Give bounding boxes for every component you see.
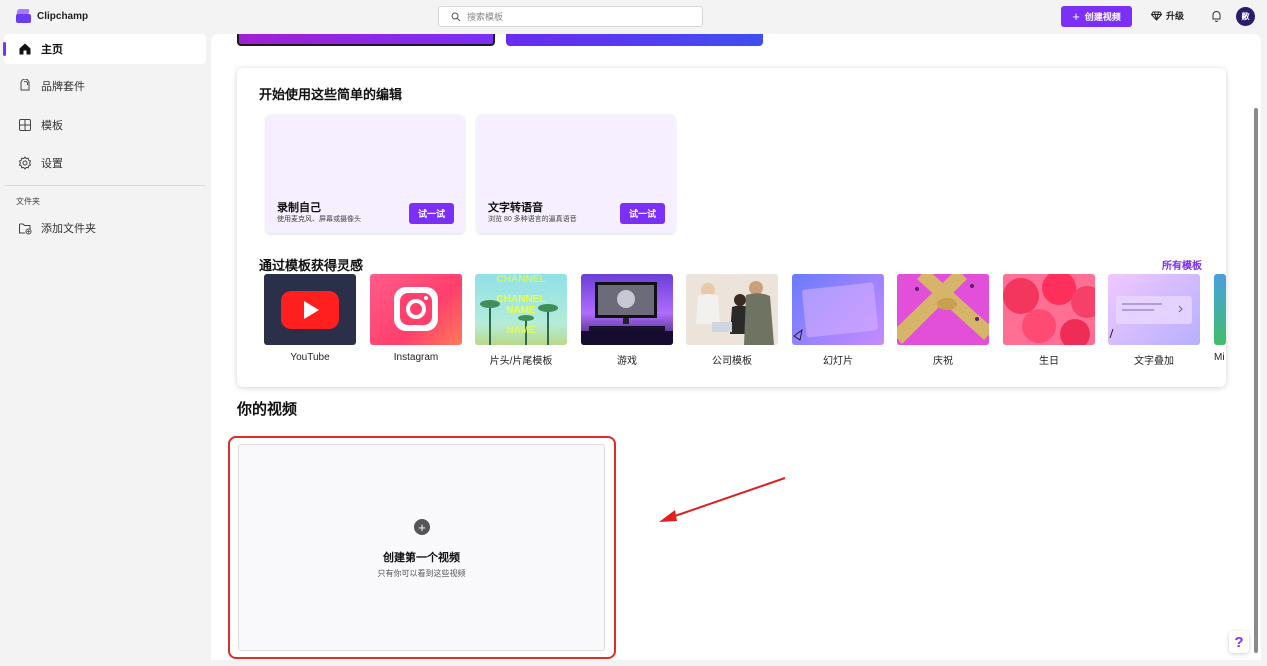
try-button[interactable]: 试一试 bbox=[620, 203, 665, 224]
edit-card-desc: 使用麦克风、屏幕或摄像头 bbox=[277, 216, 361, 223]
bell-icon[interactable] bbox=[1211, 10, 1222, 22]
diamond-icon bbox=[1151, 11, 1162, 21]
template-text-overlay[interactable]: 文字叠加 bbox=[1108, 274, 1200, 367]
template-label: 公司模板 bbox=[712, 356, 752, 367]
create-video-label: 创建视频 bbox=[1084, 12, 1121, 22]
sidebar-item-label: 主页 bbox=[41, 44, 63, 56]
template-gaming[interactable]: 游戏 bbox=[581, 274, 673, 367]
search-input[interactable] bbox=[467, 11, 687, 22]
templates-icon bbox=[19, 119, 31, 131]
add-folder-label: 添加文件夹 bbox=[41, 223, 96, 235]
annotation-arrow-icon bbox=[659, 477, 786, 522]
sidebar-divider bbox=[4, 185, 206, 186]
template-celebration[interactable]: 庆祝 bbox=[897, 274, 989, 367]
template-label: 幻灯片 bbox=[823, 356, 853, 367]
gear-icon bbox=[18, 156, 32, 170]
folder-section-label: 文件夹 bbox=[16, 197, 40, 206]
gift-box-image bbox=[897, 274, 989, 345]
banner-card-right[interactable] bbox=[506, 34, 763, 46]
template-label: 文字叠加 bbox=[1134, 356, 1174, 367]
template-thumbnail bbox=[1003, 274, 1095, 345]
template-thumbnail bbox=[1214, 274, 1226, 345]
create-first-video-card[interactable]: + 创建第一个视频 只有你可以看到这些视频 bbox=[238, 444, 605, 651]
template-thumbnail bbox=[897, 274, 989, 345]
search-box[interactable] bbox=[438, 6, 703, 27]
all-templates-link[interactable]: 所有模板 bbox=[1162, 257, 1202, 272]
sidebar-item-label: 品牌套件 bbox=[41, 81, 85, 93]
sidebar-item-templates[interactable]: 模板 bbox=[4, 110, 206, 140]
record-yourself-card[interactable]: 录制自己 使用麦克风、屏幕或摄像头 试一试 bbox=[266, 115, 464, 233]
template-thumbnail bbox=[581, 274, 673, 345]
template-thumbnail: CHANNEL CHANNEL NAME NAME bbox=[475, 274, 567, 345]
template-label: 庆祝 bbox=[933, 356, 953, 367]
template-thumbnail bbox=[1108, 274, 1200, 345]
template-label: Instagram bbox=[393, 352, 439, 363]
brand-kit-icon bbox=[20, 79, 30, 91]
edit-card-desc: 浏览 80 多种语言的逼真语音 bbox=[488, 216, 577, 223]
top-bar: Clipchamp + 创建视频 升级 敝 bbox=[0, 0, 1267, 34]
add-folder-icon bbox=[19, 223, 32, 235]
template-instagram[interactable]: Instagram bbox=[370, 274, 462, 363]
plus-circle-icon: + bbox=[414, 519, 430, 535]
sidebar-item-label: 模板 bbox=[41, 120, 63, 132]
template-label: YouTube bbox=[290, 352, 330, 363]
template-youtube[interactable]: YouTube bbox=[264, 274, 356, 363]
scrollbar[interactable] bbox=[1254, 108, 1258, 653]
upgrade-button[interactable]: 升级 bbox=[1151, 9, 1184, 22]
app-name: Clipchamp bbox=[37, 10, 89, 22]
upgrade-label: 升级 bbox=[1166, 11, 1185, 21]
home-icon bbox=[19, 43, 31, 55]
create-first-video-title: 创建第一个视频 bbox=[383, 552, 460, 564]
banner-card-left[interactable] bbox=[237, 34, 495, 46]
template-thumbnail bbox=[370, 274, 462, 345]
getting-started-card: 开始使用这些简单的编辑 录制自己 使用麦克风、屏幕或摄像头 试一试 文字转语音 … bbox=[237, 68, 1226, 387]
main-content: 开始使用这些简单的编辑 录制自己 使用麦克风、屏幕或摄像头 试一试 文字转语音 … bbox=[211, 34, 1261, 660]
try-button[interactable]: 试一试 bbox=[409, 203, 454, 224]
sidebar-item-settings[interactable]: 设置 bbox=[4, 148, 206, 178]
template-label: Mi bbox=[1214, 352, 1225, 363]
balloons-image bbox=[1003, 274, 1095, 345]
create-first-video-subtitle: 只有你可以看到这些视频 bbox=[377, 569, 466, 578]
gaming-setup-image bbox=[581, 282, 673, 345]
template-birthday[interactable]: 生日 bbox=[1003, 274, 1095, 367]
intro-thumb-text: NAME bbox=[506, 305, 536, 316]
text-overlay-image bbox=[1109, 296, 1192, 339]
template-business[interactable]: 公司模板 bbox=[686, 274, 778, 367]
plus-icon: + bbox=[1072, 9, 1080, 24]
sidebar-item-label: 设置 bbox=[41, 158, 63, 170]
template-slideshow[interactable]: 幻灯片 bbox=[792, 274, 884, 367]
templates-title: 通过模板获得灵感 bbox=[259, 258, 364, 273]
intro-thumb-text: CHANNEL bbox=[496, 294, 546, 305]
avatar[interactable]: 敝 bbox=[1236, 7, 1255, 26]
template-thumbnail bbox=[792, 274, 884, 345]
clipchamp-logo-icon bbox=[16, 9, 31, 23]
slideshow-image bbox=[793, 282, 879, 341]
template-intro-outro[interactable]: CHANNEL CHANNEL NAME NAME 片头/片尾模板 bbox=[475, 274, 567, 367]
search-icon bbox=[451, 12, 461, 21]
template-thumbnail bbox=[686, 274, 778, 345]
your-videos-title: 你的视频 bbox=[237, 401, 298, 418]
text-to-speech-card[interactable]: 文字转语音 浏览 80 多种语言的逼真语音 试一试 bbox=[477, 115, 675, 233]
youtube-logo-icon bbox=[281, 291, 339, 329]
help-button[interactable]: ? bbox=[1229, 631, 1249, 653]
instagram-logo-icon bbox=[394, 287, 438, 331]
edit-card-title: 文字转语音 bbox=[488, 202, 543, 214]
create-video-button[interactable]: + 创建视频 bbox=[1061, 6, 1132, 27]
sidebar: 主页 品牌套件 模板 设置 文件夹 添加文件夹 bbox=[0, 34, 211, 666]
sidebar-item-brand-kit[interactable]: 品牌套件 bbox=[4, 71, 206, 101]
easy-edits-title: 开始使用这些简单的编辑 bbox=[259, 87, 403, 102]
sidebar-item-home[interactable]: 主页 bbox=[3, 34, 206, 64]
app-logo[interactable]: Clipchamp bbox=[16, 9, 88, 23]
intro-thumb-text: NAME bbox=[506, 325, 536, 336]
template-thumbnail bbox=[264, 274, 356, 345]
intro-thumb-text: CHANNEL bbox=[496, 274, 546, 285]
template-label: 生日 bbox=[1039, 356, 1059, 367]
edit-card-title: 录制自己 bbox=[277, 202, 321, 214]
template-partial[interactable]: Mi bbox=[1214, 274, 1226, 363]
template-label: 游戏 bbox=[617, 356, 637, 367]
add-folder-button[interactable]: 添加文件夹 bbox=[4, 213, 206, 243]
office-people-image bbox=[686, 274, 778, 345]
template-label: 片头/片尾模板 bbox=[489, 356, 553, 367]
